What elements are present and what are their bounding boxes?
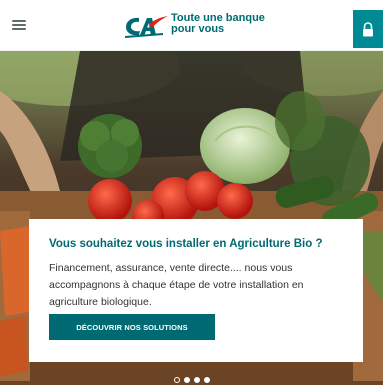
hamburger-menu-icon[interactable]	[10, 17, 32, 33]
logo-tagline-line2: pour vous	[171, 23, 225, 35]
carousel-dot-2[interactable]	[184, 377, 190, 383]
carousel-pagination	[174, 377, 210, 385]
promo-title: Vous souhaitez vous installer en Agricul…	[49, 238, 323, 250]
login-button[interactable]	[353, 10, 383, 48]
carousel-dot-3[interactable]	[194, 377, 200, 383]
promo-description: Financement, assurance, vente directe...…	[49, 262, 304, 308]
credit-agricole-logo[interactable]: Toute une banque pour vous	[123, 13, 273, 43]
hero-banner: Vous souhaitez vous installer en Agricul…	[0, 51, 383, 385]
ca-logo-mark-icon	[125, 16, 168, 38]
site-header: Toute une banque pour vous	[0, 0, 383, 51]
promo-card: Vous souhaitez vous installer en Agricul…	[29, 219, 363, 362]
lock-icon	[363, 22, 373, 37]
carousel-dot-1[interactable]	[174, 377, 180, 383]
discover-solutions-button[interactable]: DÉCOUVRIR NOS SOLUTIONS	[49, 314, 215, 340]
logo-tagline: Toute une banque pour vous	[171, 13, 265, 35]
carousel-dot-4[interactable]	[204, 377, 210, 383]
